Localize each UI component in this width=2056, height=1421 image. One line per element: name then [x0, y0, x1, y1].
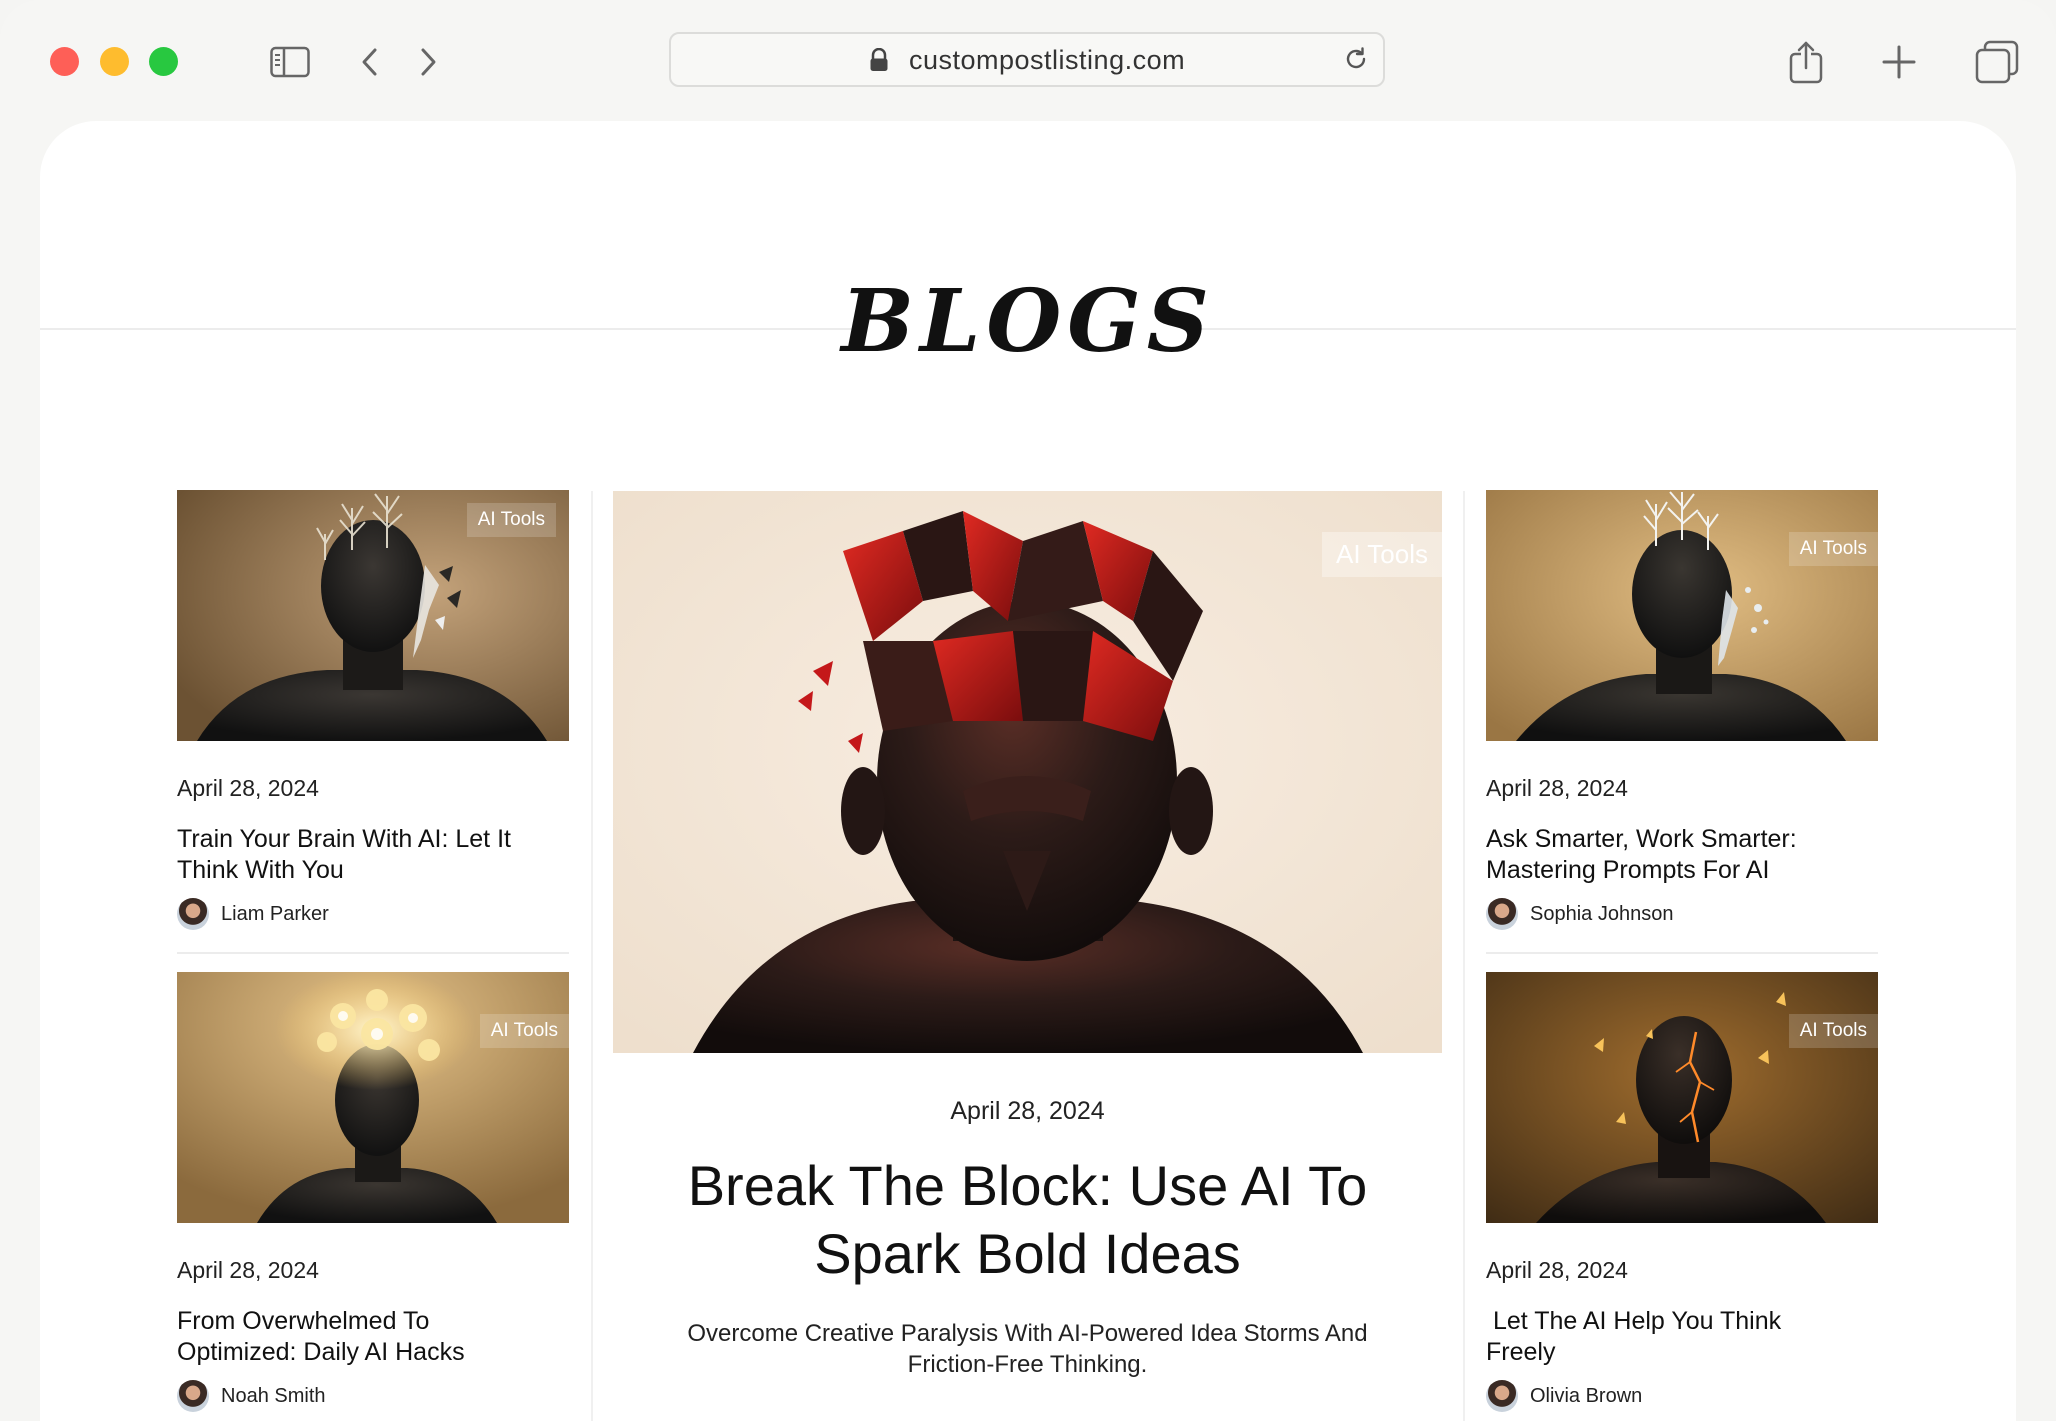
post-title[interactable]: From Overwhelmed To Optimized: Daily AI …	[177, 1306, 537, 1368]
share-icon[interactable]	[1784, 40, 1828, 84]
author-name[interactable]: Sophia Johnson	[1530, 903, 1673, 926]
new-tab-icon[interactable]	[1877, 40, 1921, 84]
post-thumbnail[interactable]: AI Tools	[1486, 490, 1878, 741]
post-thumbnail[interactable]: AI Tools	[177, 972, 569, 1223]
avatar	[1486, 1380, 1518, 1412]
post-image	[1486, 972, 1878, 1223]
featured-date: April 28, 2024	[950, 1097, 1105, 1125]
post-thumbnail[interactable]: AI Tools	[1486, 972, 1878, 1223]
sidebar-icon[interactable]	[268, 40, 312, 84]
avatar	[177, 898, 209, 930]
back-icon[interactable]	[348, 40, 392, 84]
page-title: BLOGS	[841, 271, 1215, 372]
post-date: April 28, 2024	[1486, 775, 1628, 801]
author-name[interactable]: Noah Smith	[221, 1385, 326, 1408]
avatar	[1486, 898, 1518, 930]
blog-card[interactable]: AI Tools April 28, 2024 Let The AI Help …	[1486, 972, 1878, 1412]
post-date: April 28, 2024	[177, 1257, 319, 1283]
category-tag[interactable]: AI Tools	[1321, 532, 1442, 577]
column-divider	[1463, 491, 1465, 1421]
blog-card[interactable]: AI Tools April 28, 2024 Train Your Brain…	[177, 490, 569, 954]
card-divider	[177, 952, 569, 954]
post-author[interactable]: Sophia Johnson	[1486, 898, 1878, 930]
category-tag[interactable]: AI Tools	[1788, 532, 1878, 566]
post-author[interactable]: Liam Parker	[177, 898, 569, 930]
column-divider	[591, 491, 593, 1421]
featured-title[interactable]: Break The Block: Use AI To Spark Bold Id…	[613, 1152, 1442, 1288]
post-title[interactable]: Let The AI Help You Think Freely	[1486, 1306, 1846, 1368]
featured-artwork	[613, 491, 1442, 1053]
category-tag[interactable]: AI Tools	[479, 1014, 569, 1048]
web-page: BLOGS AI Tools April 28, 2024 Train Your…	[40, 121, 2016, 1421]
card-divider	[1486, 952, 1878, 954]
post-author[interactable]: Olivia Brown	[1486, 1380, 1878, 1412]
author-name[interactable]: Liam Parker	[221, 903, 329, 926]
avatar	[177, 1380, 209, 1412]
address-bar[interactable]: custompostlisting.com	[669, 32, 1385, 87]
category-tag[interactable]: AI Tools	[1788, 1014, 1878, 1048]
reload-icon[interactable]	[1343, 46, 1369, 77]
url-text[interactable]: custompostlisting.com	[909, 45, 1185, 76]
category-tag[interactable]: AI Tools	[466, 503, 556, 537]
browser-window: custompostlisting.com BLOGS AI Tools Apr…	[0, 0, 2056, 1421]
author-name[interactable]: Olivia Brown	[1530, 1385, 1642, 1408]
zoom-window-button[interactable]	[149, 47, 178, 76]
post-date: April 28, 2024	[177, 775, 319, 801]
close-window-button[interactable]	[50, 47, 79, 76]
post-date: April 28, 2024	[1486, 1257, 1628, 1283]
post-author[interactable]: Noah Smith	[177, 1380, 569, 1412]
forward-icon[interactable]	[406, 40, 450, 84]
featured-post[interactable]: AI Tools April 28, 2024 Break The Block:…	[613, 491, 1442, 1380]
post-title[interactable]: Train Your Brain With AI: Let It Think W…	[177, 824, 537, 886]
post-image	[1486, 490, 1878, 741]
blog-card[interactable]: AI Tools April 28, 2024 Ask Smarter, Wor…	[1486, 490, 1878, 954]
post-title[interactable]: Ask Smarter, Work Smarter: Mastering Pro…	[1486, 824, 1846, 886]
post-image	[177, 972, 569, 1223]
post-thumbnail[interactable]: AI Tools	[177, 490, 569, 741]
featured-subtitle: Overcome Creative Paralysis With AI-Powe…	[687, 1320, 1368, 1378]
tabs-overview-icon[interactable]	[1975, 40, 2019, 84]
minimize-window-button[interactable]	[100, 47, 129, 76]
blog-card[interactable]: AI Tools April 28, 2024 From Overwhelmed…	[177, 972, 569, 1412]
lock-icon	[869, 47, 889, 77]
featured-image[interactable]: AI Tools	[613, 491, 1442, 1053]
